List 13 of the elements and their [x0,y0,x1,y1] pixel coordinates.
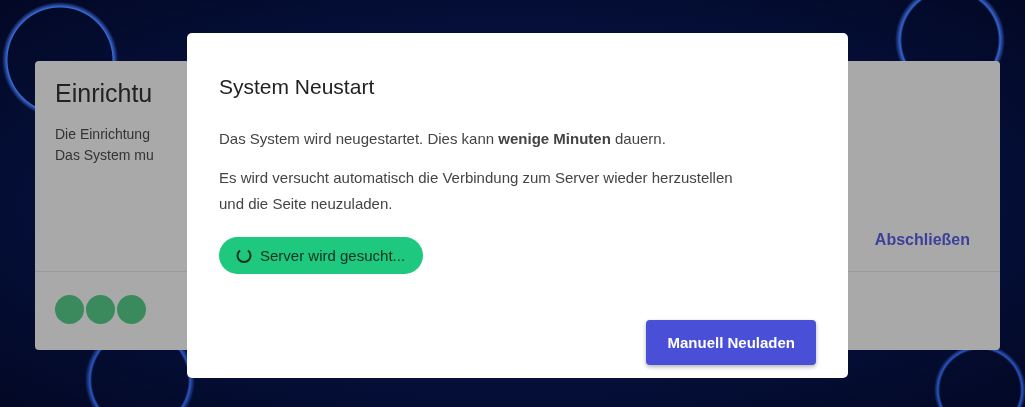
reload-button[interactable]: Manuell Neuladen [646,320,816,365]
spinner-icon [236,247,252,264]
dialog-title: System Neustart [219,75,376,99]
card-text: Das System mu [55,146,155,165]
status-text: Server wird gesucht... [260,247,406,264]
card-text: Die Einrichtung [55,125,151,144]
dialog-text: Es wird versucht automatisch die Verbindung zum Server wieder herzustellen und die Seite neuzuladen. [219,168,734,214]
step-dot-icon [55,295,84,324]
finish-link[interactable]: Abschließen [874,231,970,249]
dialog-text: Das System wird neugestartet. Dies kann wenige Minuten dauern. [219,129,667,149]
step-dot-icon [117,295,146,324]
step-dot-icon [86,295,115,324]
card-title: Einrichtu [55,79,154,108]
